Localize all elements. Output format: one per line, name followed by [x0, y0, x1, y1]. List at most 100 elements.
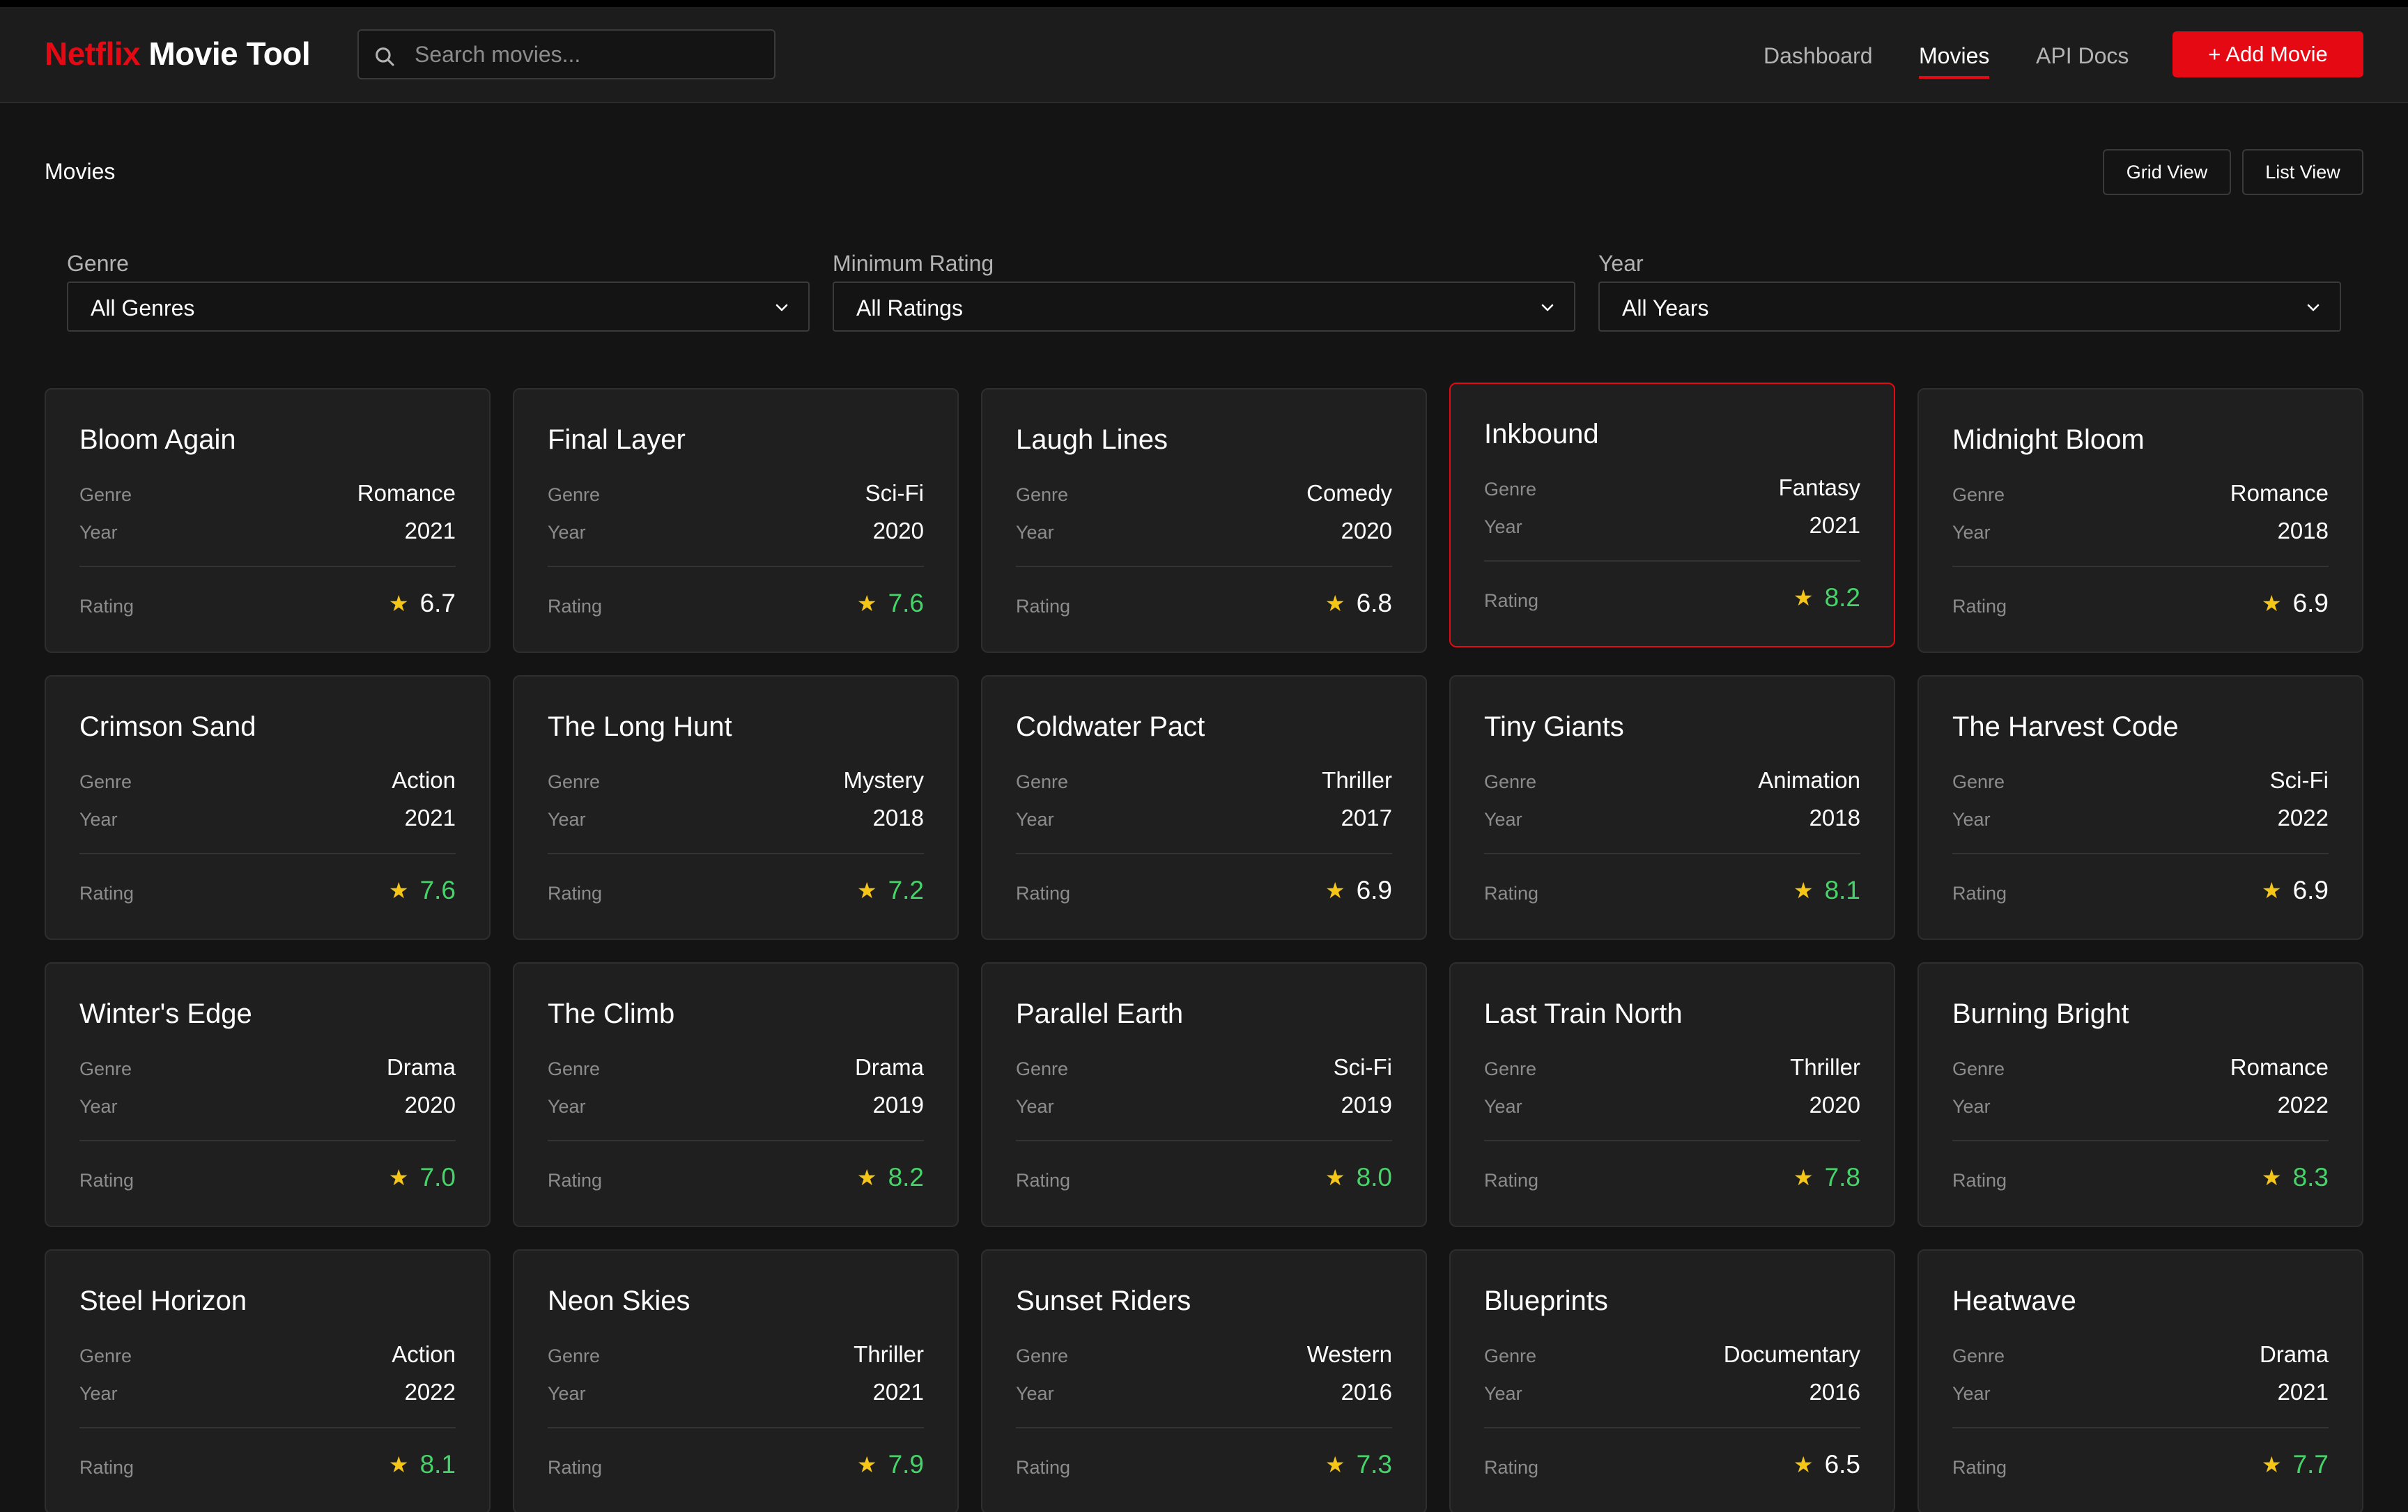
- rating-row: Rating ★ 6.9: [1952, 589, 2329, 619]
- year-select[interactable]: All Years: [1598, 281, 2341, 332]
- genre-label: Genre: [548, 1058, 601, 1079]
- list-view-button[interactable]: List View: [2242, 149, 2363, 195]
- search-box[interactable]: [357, 29, 775, 79]
- rating-value-wrap: ★ 8.3: [2262, 1163, 2329, 1192]
- divider: [1484, 1140, 1860, 1141]
- movie-card[interactable]: Tiny Giants Genre Animation Year 2018 Ra…: [1449, 675, 1895, 940]
- star-icon: ★: [856, 1165, 877, 1190]
- movie-card[interactable]: The Climb Genre Drama Year 2019 Rating ★…: [513, 962, 959, 1227]
- year-row: Year 2022: [1952, 1092, 2329, 1120]
- rating-label: Rating: [1952, 596, 2007, 617]
- rating-value: 7.7: [2292, 1450, 2329, 1479]
- rating-value: 7.6: [419, 876, 456, 904]
- rating-value: 8.1: [1824, 876, 1860, 904]
- movie-title: Sunset Riders: [1016, 1286, 1191, 1316]
- rating-label: Rating: [548, 1170, 603, 1191]
- rating-value-wrap: ★ 7.9: [857, 1450, 924, 1479]
- movie-card[interactable]: Coldwater Pact Genre Thriller Year 2017 …: [981, 675, 1427, 940]
- movie-card[interactable]: Sunset Riders Genre Western Year 2016 Ra…: [981, 1249, 1427, 1512]
- movie-title: Crimson Sand: [79, 711, 256, 742]
- year-label: Year: [1484, 1096, 1522, 1117]
- year-row: Year 2016: [1016, 1379, 1392, 1407]
- nav-movies[interactable]: Movies: [1919, 43, 1990, 79]
- brand-movie-tool: Movie Tool: [148, 36, 311, 72]
- genre-row: Genre Romance: [1952, 480, 2329, 508]
- movie-card[interactable]: Winter's Edge Genre Drama Year 2020 Rati…: [45, 962, 491, 1227]
- nav-dashboard[interactable]: Dashboard: [1763, 43, 1873, 69]
- rating-label: Rating: [1952, 883, 2007, 904]
- genre-value: Romance: [357, 480, 456, 506]
- movie-card[interactable]: Steel Horizon Genre Action Year 2022 Rat…: [45, 1249, 491, 1512]
- divider: [1484, 853, 1860, 854]
- rating-label: Rating: [1016, 883, 1071, 904]
- filter-label: Year: [1598, 251, 1644, 276]
- rating-value: 7.8: [1824, 1163, 1860, 1191]
- star-icon: ★: [2261, 878, 2282, 903]
- genre-row: Genre Sci-Fi: [1016, 1054, 1392, 1082]
- year-label: Year: [79, 1383, 118, 1404]
- movie-card[interactable]: Bloom Again Genre Romance Year 2021 Rati…: [45, 388, 491, 653]
- movie-card[interactable]: Heatwave Genre Drama Year 2021 Rating ★ …: [1917, 1249, 2363, 1512]
- chevron-down-icon: [775, 304, 788, 311]
- movie-title: Final Layer: [548, 424, 686, 455]
- rating-value-wrap: ★ 7.8: [1793, 1163, 1860, 1192]
- genre-value: Sci-Fi: [865, 480, 924, 506]
- movie-card[interactable]: Neon Skies Genre Thriller Year 2021 Rati…: [513, 1249, 959, 1512]
- year-label: Year: [548, 1096, 586, 1117]
- movie-card[interactable]: Parallel Earth Genre Sci-Fi Year 2019 Ra…: [981, 962, 1427, 1227]
- movie-card[interactable]: The Long Hunt Genre Mystery Year 2018 Ra…: [513, 675, 959, 940]
- movie-card[interactable]: Burning Bright Genre Romance Year 2022 R…: [1917, 962, 2363, 1227]
- year-row: Year 2022: [1952, 805, 2329, 833]
- genre-row: Genre Documentary: [1484, 1341, 1860, 1369]
- rating-select[interactable]: All Ratings: [833, 281, 1575, 332]
- rating-row: Rating ★ 6.7: [79, 589, 456, 619]
- movie-card[interactable]: Midnight Bloom Genre Romance Year 2018 R…: [1917, 388, 2363, 653]
- star-icon: ★: [1793, 585, 1814, 610]
- movie-card[interactable]: Laugh Lines Genre Comedy Year 2020 Ratin…: [981, 388, 1427, 653]
- divider: [548, 566, 924, 567]
- genre-label: Genre: [1016, 771, 1069, 792]
- genre-select[interactable]: All Genres: [67, 281, 810, 332]
- movie-card[interactable]: Blueprints Genre Documentary Year 2016 R…: [1449, 1249, 1895, 1512]
- year-label: Year: [1016, 522, 1054, 543]
- search-input[interactable]: [415, 31, 763, 78]
- nav-api-docs[interactable]: API Docs: [2036, 43, 2129, 69]
- rating-label: Rating: [79, 596, 134, 617]
- movie-card[interactable]: Crimson Sand Genre Action Year 2021 Rati…: [45, 675, 491, 940]
- movie-card[interactable]: Final Layer Genre Sci-Fi Year 2020 Ratin…: [513, 388, 959, 653]
- movie-card[interactable]: Inkbound Genre Fantasy Year 2021 Rating …: [1449, 383, 1895, 647]
- rating-label: Rating: [1484, 1457, 1539, 1478]
- movie-title: The Long Hunt: [548, 711, 732, 742]
- year-row: Year 2018: [1484, 805, 1860, 833]
- movie-title: Laugh Lines: [1016, 424, 1168, 455]
- year-label: Year: [1952, 1383, 1991, 1404]
- year-label: Year: [1952, 809, 1991, 830]
- star-icon: ★: [1793, 1165, 1814, 1190]
- year-value: 2021: [404, 518, 456, 543]
- divider: [1016, 566, 1392, 567]
- genre-value: Fantasy: [1778, 475, 1860, 500]
- year-value: 2016: [1341, 1379, 1392, 1405]
- rating-value-wrap: ★ 8.0: [1325, 1163, 1392, 1192]
- year-label: Year: [1484, 809, 1522, 830]
- rating-label: Rating: [1016, 1170, 1071, 1191]
- year-row: Year 2020: [1484, 1092, 1860, 1120]
- year-value: 2017: [1341, 805, 1392, 831]
- movie-title: Midnight Bloom: [1952, 424, 2145, 455]
- add-movie-button[interactable]: + Add Movie: [2172, 31, 2363, 77]
- app-logo[interactable]: Netflix Movie Tool: [45, 35, 311, 72]
- movie-card[interactable]: Last Train North Genre Thriller Year 202…: [1449, 962, 1895, 1227]
- rating-value: 7.9: [888, 1450, 924, 1479]
- star-icon: ★: [1793, 1452, 1814, 1477]
- rating-label: Rating: [1952, 1457, 2007, 1478]
- genre-value: Romance: [2230, 480, 2329, 506]
- chevron-down-icon: [2307, 304, 2320, 311]
- movie-card[interactable]: The Harvest Code Genre Sci-Fi Year 2022 …: [1917, 675, 2363, 940]
- year-value: 2022: [404, 1379, 456, 1405]
- movie-title: Last Train North: [1484, 998, 1683, 1029]
- star-icon: ★: [388, 1452, 409, 1477]
- year-label: Year: [1484, 1383, 1522, 1404]
- genre-label: Genre: [79, 484, 132, 505]
- grid-view-button[interactable]: Grid View: [2103, 149, 2231, 195]
- year-value: 2022: [2277, 1092, 2329, 1118]
